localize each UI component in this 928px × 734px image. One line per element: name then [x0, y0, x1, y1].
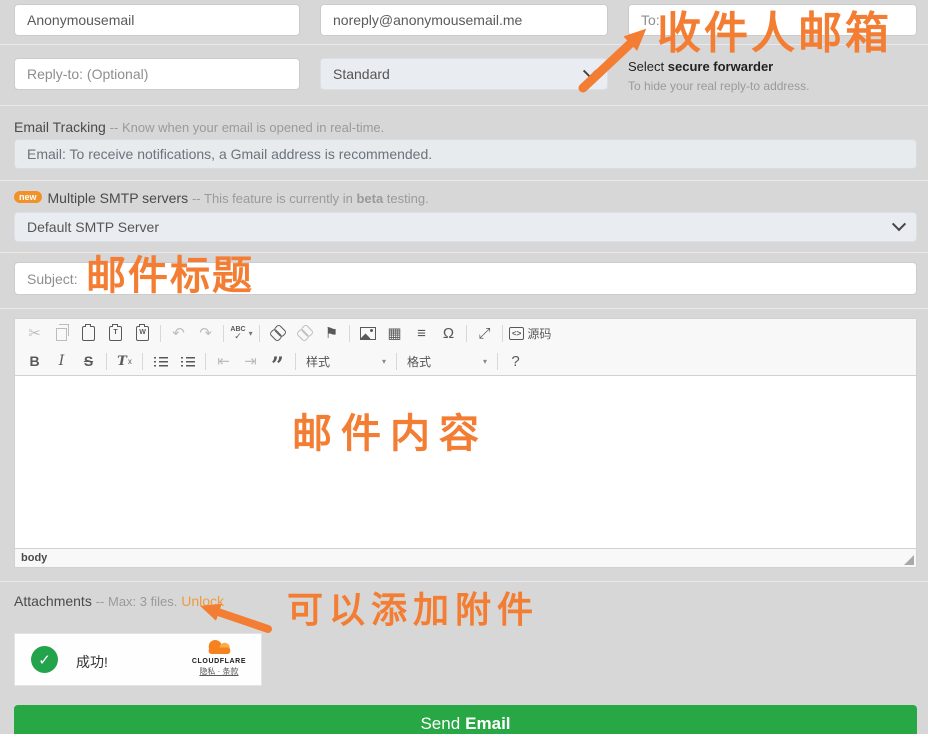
ordered-list-button[interactable] — [147, 350, 174, 372]
about-button[interactable]: ? — [502, 350, 529, 372]
toolbar-separator — [142, 353, 143, 370]
toolbar-separator — [497, 353, 498, 370]
bold-button[interactable]: B — [21, 350, 48, 372]
toolbar-separator — [205, 353, 206, 370]
cloudflare-turnstile-widget[interactable]: ✓ 成功! CLOUDFLARE 隐私 · 条款 — [14, 633, 262, 686]
toolbar-separator — [160, 325, 161, 342]
toolbar-separator — [396, 353, 397, 370]
smtp-section-title: newMultiple SMTP servers -- This feature… — [14, 190, 429, 206]
indent-button: ⇥ — [237, 350, 264, 372]
cloudflare-brand-text: CLOUDFLARE — [187, 658, 251, 665]
tracking-email-input[interactable] — [14, 139, 917, 169]
tracking-section-title: Email Tracking -- Know when your email i… — [14, 119, 384, 135]
paste-word-icon[interactable]: W — [129, 322, 156, 344]
maximize-icon[interactable]: ⤢ — [471, 322, 498, 344]
anonymous-email-compose-page: Standard Select secure forwarder To hide… — [0, 0, 928, 734]
chevron-down-icon — [892, 217, 906, 231]
forwarder-hint-title: Select secure forwarder — [628, 59, 773, 74]
divider — [0, 180, 928, 181]
from-email-input[interactable] — [320, 4, 608, 36]
divider — [0, 105, 928, 106]
toolbar-separator — [259, 325, 260, 342]
resize-handle[interactable] — [904, 555, 914, 565]
forwarder-selected-value: Standard — [333, 66, 390, 82]
toolbar-separator — [349, 325, 350, 342]
divider — [0, 581, 928, 582]
format-dropdown[interactable]: 格式▾ — [401, 350, 493, 372]
annotation-subject: 邮件标题 — [86, 256, 254, 296]
smtp-selected-value: Default SMTP Server — [27, 219, 159, 235]
image-icon[interactable] — [354, 322, 381, 344]
new-badge: new — [14, 191, 42, 203]
attachments-section-title: Attachments -- Max: 3 files. Unlock — [14, 593, 224, 609]
attachments-note: -- Max: 3 files. — [96, 594, 178, 609]
smtp-section-note: -- This feature is currently in beta tes… — [192, 191, 429, 206]
blockquote-button[interactable]: ” — [264, 345, 291, 377]
unlock-link[interactable]: Unlock — [181, 593, 224, 609]
reply-to-input[interactable] — [14, 58, 300, 90]
forwarder-hint-sub: To hide your real reply-to address. — [628, 79, 809, 93]
cut-icon: ✂ — [21, 322, 48, 344]
success-check-icon: ✓ — [31, 646, 58, 673]
special-char-icon[interactable]: Ω — [435, 322, 462, 344]
italic-button[interactable]: I — [48, 350, 75, 372]
from-name-input[interactable] — [14, 4, 300, 36]
copy-icon — [48, 322, 75, 344]
toolbar-separator — [106, 353, 107, 370]
table-icon[interactable]: ▦ — [381, 322, 408, 344]
forwarder-select[interactable]: Standard — [320, 58, 608, 90]
unlink-icon — [291, 322, 318, 344]
redo-icon: ↷ — [192, 322, 219, 344]
toolbar-separator — [295, 353, 296, 370]
annotation-attachments: 可以添加附件 — [287, 592, 539, 628]
editor-element-path-bar: body — [15, 548, 916, 567]
tracking-section-note: -- Know when your email is opened in rea… — [110, 120, 385, 135]
smtp-select[interactable]: Default SMTP Server — [14, 212, 917, 242]
cloudflare-brand-block: CLOUDFLARE 隐私 · 条款 — [187, 639, 251, 677]
outdent-button: ⇤ — [210, 350, 237, 372]
paste-text-icon[interactable]: T — [102, 322, 129, 344]
editor-toolbar-row2: BIS Tx ⇤⇥” 样式▾ 格式▾? — [15, 347, 916, 376]
source-icon[interactable]: <>源码 — [507, 322, 553, 344]
undo-icon: ↶ — [165, 322, 192, 344]
horizontal-line-icon[interactable]: ≡ — [408, 322, 435, 344]
privacy-terms-links[interactable]: 隐私 · 条款 — [187, 666, 251, 677]
cloudflare-logo-icon — [204, 639, 234, 654]
spellcheck-icon[interactable]: ABC✓▾ — [228, 322, 255, 344]
unordered-list-button[interactable] — [174, 350, 201, 372]
chevron-down-icon — [583, 64, 597, 78]
annotation-body-content: 邮件内容 — [292, 414, 488, 454]
link-icon[interactable] — [264, 322, 291, 344]
toolbar-separator — [223, 325, 224, 342]
captcha-status-text: 成功! — [76, 652, 108, 672]
editor-toolbar-row1: ✂ TW ↶↷ ABC✓▾ ⚑ ▦≡Ω ⤢ <>源码 — [15, 319, 916, 347]
remove-format-button[interactable]: Tx — [111, 350, 138, 372]
send-email-button[interactable]: SendEmail — [14, 705, 917, 734]
paste-icon[interactable] — [75, 322, 102, 344]
strikethrough-button[interactable]: S — [75, 350, 102, 372]
annotation-recipient-email: 收件人邮箱 — [657, 12, 892, 56]
anchor-flag-icon[interactable]: ⚑ — [318, 322, 345, 344]
styles-dropdown[interactable]: 样式▾ — [300, 350, 392, 372]
divider — [0, 308, 928, 309]
toolbar-separator — [466, 325, 467, 342]
element-path-body[interactable]: body — [21, 552, 47, 564]
editor-body[interactable] — [15, 377, 916, 548]
toolbar-separator — [502, 325, 503, 342]
